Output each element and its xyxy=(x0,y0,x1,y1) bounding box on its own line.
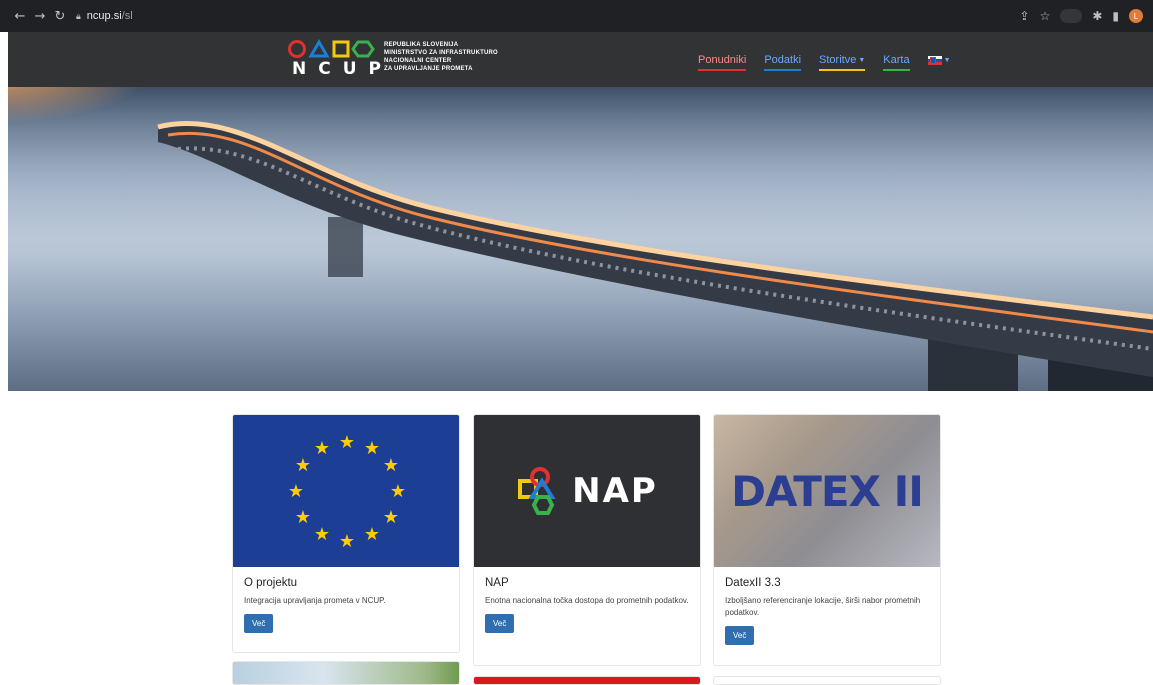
forward-icon[interactable]: → xyxy=(30,9,50,24)
datex-logo-image: DATEX II xyxy=(714,415,940,567)
side-panel-icon[interactable]: ▮ xyxy=(1112,9,1119,23)
svg-text:★: ★ xyxy=(314,438,330,459)
svg-text:★: ★ xyxy=(339,531,355,552)
nav-podatki[interactable]: Podatki xyxy=(764,54,802,71)
svg-text:★: ★ xyxy=(364,438,380,459)
svg-text:★: ★ xyxy=(295,455,311,476)
svg-text:★: ★ xyxy=(288,481,304,502)
logo-red-circle-icon xyxy=(288,40,306,58)
card-title: NAP xyxy=(485,577,509,589)
share-icon[interactable]: ⇪ xyxy=(1020,9,1030,23)
logo-shapes: NCUP xyxy=(288,38,381,81)
card-o-projektu: ★ ★ ★ ★ ★ ★ ★ ★ ★ ★ ★ ★ O projektu Integ… xyxy=(232,414,460,653)
card-partial-2 xyxy=(473,676,701,685)
logo-word: NCUP xyxy=(292,59,393,79)
chevron-down-icon: ▼ xyxy=(858,56,866,64)
card-text: Integracija upravljanja prometa v NCUP. xyxy=(244,596,386,605)
nav-storitve[interactable]: Storitve ▼ xyxy=(819,54,866,71)
browser-toolbar: ← → ↻ 🔒︎ ncup.si/sl ⇪ ☆ ✱ ▮ L xyxy=(0,0,1153,32)
card-text: Enotna nacionalna točka dostopa do prome… xyxy=(485,596,689,605)
card-partial-1 xyxy=(232,661,460,685)
datex-logo-text: DATEX II xyxy=(731,466,924,516)
site-header: NCUP REPUBLIKA SLOVENIJA MINISTRSTVO ZA … xyxy=(8,32,1153,87)
card-nap: NAP NAP Enotna nacionalna točka dostopa … xyxy=(473,414,701,666)
eu-flag-image: ★ ★ ★ ★ ★ ★ ★ ★ ★ ★ ★ ★ xyxy=(233,415,459,567)
extensions-puzzle-icon[interactable]: ✱ xyxy=(1092,9,1102,23)
nav-karta[interactable]: Karta xyxy=(883,54,910,71)
card-text: Izboljšano referenciranje lokacije, širš… xyxy=(725,596,921,617)
svg-text:★: ★ xyxy=(383,507,399,528)
nav-ponudniki[interactable]: Ponudniki xyxy=(698,54,747,71)
language-selector[interactable]: ▼ xyxy=(927,54,951,71)
nap-shapes-icon xyxy=(518,467,556,515)
more-button[interactable]: Več xyxy=(725,626,755,645)
svg-text:★: ★ xyxy=(295,507,311,528)
card-title: DatexII 3.3 xyxy=(725,577,781,589)
ncup-logo[interactable]: NCUP REPUBLIKA SLOVENIJA MINISTRSTVO ZA … xyxy=(288,38,498,81)
logo-yellow-square-icon xyxy=(332,40,350,58)
logo-blue-triangle-icon xyxy=(308,38,330,58)
svg-text:★: ★ xyxy=(390,481,406,502)
bookmark-star-icon[interactable]: ☆ xyxy=(1040,9,1051,23)
back-icon[interactable]: ← xyxy=(10,9,30,24)
slovenia-flag-icon xyxy=(927,55,942,65)
nap-logo-image: NAP xyxy=(474,415,700,567)
lock-icon: 🔒︎ xyxy=(76,10,81,21)
page-left-margin xyxy=(0,32,8,685)
card-datex: DATEX II DatexII 3.3 Izboljšano referenc… xyxy=(713,414,941,666)
card-partial-3 xyxy=(713,676,941,685)
hero-banner xyxy=(8,87,1153,391)
bridge-image xyxy=(8,87,1153,391)
svg-text:★: ★ xyxy=(339,432,355,453)
card-title: O projektu xyxy=(244,577,298,589)
more-button[interactable]: Več xyxy=(485,614,515,633)
svg-text:★: ★ xyxy=(383,455,399,476)
svg-text:★: ★ xyxy=(314,524,330,545)
more-button[interactable]: Več xyxy=(244,614,274,633)
ministry-text: REPUBLIKA SLOVENIJA MINISTRSTVO ZA INFRA… xyxy=(384,42,498,72)
chevron-down-icon: ▼ xyxy=(943,56,951,64)
reload-icon[interactable]: ↻ xyxy=(50,9,70,24)
main-nav: Ponudniki Podatki Storitve ▼ Karta ▼ xyxy=(698,54,951,71)
url-path: /sl xyxy=(121,10,133,22)
svg-text:★: ★ xyxy=(364,524,380,545)
address-bar[interactable]: 🔒︎ ncup.si/sl xyxy=(76,7,133,25)
extension-placeholder[interactable] xyxy=(1060,9,1083,23)
url-host: ncup.si xyxy=(86,10,122,22)
logo-green-hexagon-icon xyxy=(351,40,375,58)
profile-avatar[interactable]: L xyxy=(1129,9,1143,23)
nap-logo-text: NAP xyxy=(572,471,658,511)
